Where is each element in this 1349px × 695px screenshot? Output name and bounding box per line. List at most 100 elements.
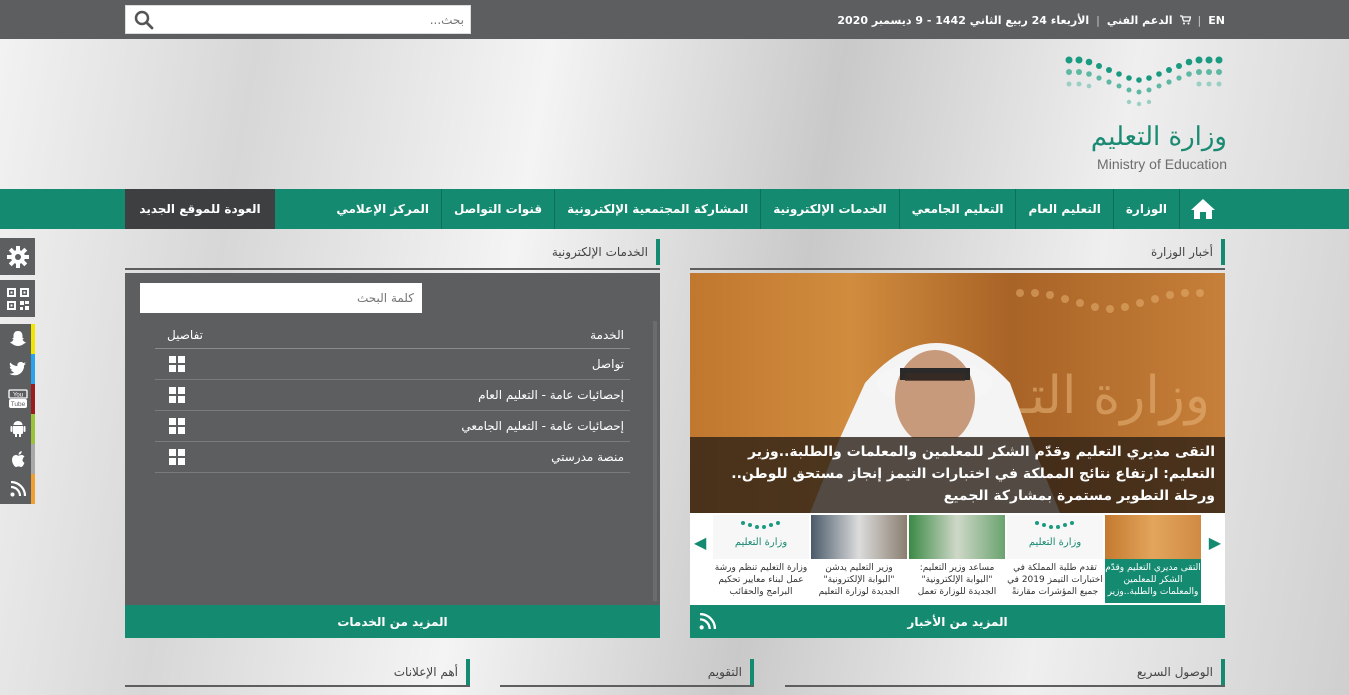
snapchat-strip xyxy=(31,324,35,354)
svg-text:You: You xyxy=(12,393,22,399)
calendar-header: التقويم xyxy=(500,659,754,687)
support-link[interactable]: الدعم الفني xyxy=(1107,14,1173,27)
section-title: أهم الإعلانات xyxy=(394,659,470,685)
details-button[interactable] xyxy=(155,387,199,403)
nav-item-higher-education[interactable]: التعليم الجامعي xyxy=(898,189,1016,229)
section-underline xyxy=(125,268,660,270)
table-row[interactable]: منصة مدرستي xyxy=(155,442,630,473)
youtube-link[interactable]: You Tube xyxy=(0,384,35,414)
table-row[interactable]: إحصائيات عامة - التعليم العام xyxy=(155,380,630,411)
thumb-caption[interactable]: تقدم طلبة المملكة في اختبارات التيمز 201… xyxy=(1007,559,1103,603)
android-app-link[interactable] xyxy=(0,414,35,444)
section-title: الوصول السريع xyxy=(1137,659,1225,685)
qr-code-button[interactable] xyxy=(0,280,35,317)
news-thumb[interactable]: وزارة التعليم تقدم طلبة المملكة في اختبا… xyxy=(1007,515,1103,603)
thumb-image: وزارة التعليم xyxy=(713,515,809,559)
news-featured-image[interactable]: وزارة التـ التقى مديري التعليم وقدّم الش… xyxy=(690,273,1225,513)
grid-icon xyxy=(169,356,185,372)
logo-dots-icon xyxy=(1065,56,1223,107)
details-button[interactable] xyxy=(155,418,199,434)
section-title: أخبار الوزارة xyxy=(1151,239,1225,265)
prev-arrow-icon[interactable]: ◀ xyxy=(694,533,706,552)
nav-item-e-participation[interactable]: المشاركة المجتمعية الإلكترونية xyxy=(554,189,760,229)
thumb-caption[interactable]: التقى مديري التعليم وقدّم الشكر للمعلمين… xyxy=(1105,559,1201,603)
search-icon[interactable] xyxy=(134,10,154,30)
services-section-header: الخدمات الإلكترونية xyxy=(125,239,660,270)
lang-link[interactable]: EN xyxy=(1208,14,1225,27)
twitter-link[interactable] xyxy=(0,354,35,384)
settings-button[interactable] xyxy=(0,238,35,275)
back-to-new-site-button[interactable]: العودة للموقع الجديد xyxy=(125,189,275,229)
thumb-caption[interactable]: وزير التعليم يدشن "البوابة الإلكترونية" … xyxy=(811,559,907,603)
services-search-input[interactable] xyxy=(140,283,422,313)
next-arrow-icon[interactable]: ▶ xyxy=(1209,533,1221,552)
news-section-header: أخبار الوزارة xyxy=(690,239,1225,270)
divider: | xyxy=(1096,13,1100,27)
service-name[interactable]: منصة مدرستي xyxy=(551,450,630,464)
section-underline xyxy=(690,268,1225,270)
table-row[interactable]: تواصل xyxy=(155,349,630,380)
services-search-field[interactable] xyxy=(140,283,422,313)
ministry-logo[interactable]: وزارة التعليم Ministry of Education xyxy=(1057,52,1227,177)
news-thumb[interactable]: مساعد وزير التعليم: "البوابة الإلكترونية… xyxy=(909,515,1005,603)
svg-text:وزارة التعليم: وزارة التعليم xyxy=(735,537,788,548)
news-thumbnails: ▶ ◀ التقى مديري التعليم وقدّم الشكر للمع… xyxy=(690,513,1225,605)
services-scrollbar[interactable] xyxy=(653,321,657,601)
calendar-title: التقويم xyxy=(707,665,742,679)
news-thumb[interactable]: وزير التعليم يدشن "البوابة الإلكترونية" … xyxy=(811,515,907,603)
search-input[interactable] xyxy=(160,6,466,33)
thumb-caption[interactable]: وزارة التعليم تنظم ورشة عمل لبناء معايير… xyxy=(713,559,809,603)
news-headline[interactable]: التقى مديري التعليم وقدّم الشكر للمعلمين… xyxy=(690,437,1225,513)
svg-text:وزارة التـ: وزارة التـ xyxy=(1014,366,1210,426)
more-news-label: المزيد من الأخبار xyxy=(907,614,1008,629)
more-services-button[interactable]: المزيد من الخدمات xyxy=(125,605,660,638)
thumb-image xyxy=(909,515,1005,559)
quick-access-title: الوصول السريع xyxy=(1136,665,1213,679)
logo-thumb: وزارة التعليم xyxy=(1029,521,1081,548)
services-table: الخدمة تفاصيل تواصل إحصائيات عامة - التع… xyxy=(155,321,630,473)
service-name[interactable]: إحصائيات عامة - التعليم الجامعي xyxy=(461,419,630,433)
section-underline xyxy=(125,685,470,687)
service-name[interactable]: إحصائيات عامة - التعليم العام xyxy=(478,388,630,402)
nav-item-media-center[interactable]: المركز الإعلامي xyxy=(324,189,441,229)
nav-item-channels[interactable]: قنوات التواصل xyxy=(441,189,554,229)
ads-title: أهم الإعلانات xyxy=(393,665,458,679)
quick-access-header: الوصول السريع xyxy=(785,659,1225,687)
cart-icon[interactable] xyxy=(1179,15,1191,25)
top-links: EN | الدعم الفني | الأربعاء 24 ربيع الثا… xyxy=(837,13,1225,27)
android-icon xyxy=(10,421,25,437)
nav-home[interactable] xyxy=(1179,189,1225,229)
rss-strip xyxy=(31,474,35,504)
section-underline xyxy=(785,685,1225,687)
nav-item-ministry[interactable]: الوزارة xyxy=(1112,189,1179,229)
news-thumb[interactable]: وزارة التعليم وزارة التعليم تنظم ورشة عم… xyxy=(713,515,809,603)
nav-item-e-services[interactable]: الخدمات الإلكترونية xyxy=(760,189,898,229)
service-name[interactable]: تواصل xyxy=(592,357,630,371)
section-title: التقويم xyxy=(708,659,754,685)
column-header-service: الخدمة xyxy=(590,327,624,342)
more-news-button[interactable]: المزيد من الأخبار xyxy=(690,605,1225,638)
ios-app-link[interactable] xyxy=(0,444,35,474)
thumb-image xyxy=(811,515,907,559)
divider: | xyxy=(1197,13,1202,27)
thumb-caption[interactable]: مساعد وزير التعليم: "البوابة الإلكترونية… xyxy=(909,559,1005,603)
news-thumb[interactable]: التقى مديري التعليم وقدّم الشكر للمعلمين… xyxy=(1105,515,1201,603)
logo-english-text: Ministry of Education xyxy=(1097,156,1227,172)
details-button[interactable] xyxy=(155,449,199,465)
section-title: الخدمات الإلكترونية xyxy=(552,239,660,265)
ads-header: أهم الإعلانات xyxy=(125,659,470,687)
nav-item-general-education[interactable]: التعليم العام xyxy=(1015,189,1112,229)
android-strip xyxy=(31,414,35,444)
twitter-strip xyxy=(31,354,35,384)
thumb-image: وزارة التعليم xyxy=(1007,515,1103,559)
section-underline xyxy=(500,685,754,687)
rss-link[interactable] xyxy=(0,474,35,504)
details-button[interactable] xyxy=(155,356,199,372)
rss-icon[interactable] xyxy=(699,613,716,630)
logo-thumb: وزارة التعليم xyxy=(735,521,788,548)
site-search[interactable] xyxy=(125,5,471,34)
table-row[interactable]: إحصائيات عامة - التعليم الجامعي xyxy=(155,411,630,442)
snapchat-link[interactable] xyxy=(0,324,35,354)
date-text: الأربعاء 24 ربيع الثاني 1442 - 9 ديسمبر … xyxy=(837,13,1090,27)
news-title: أخبار الوزارة xyxy=(1150,245,1213,259)
